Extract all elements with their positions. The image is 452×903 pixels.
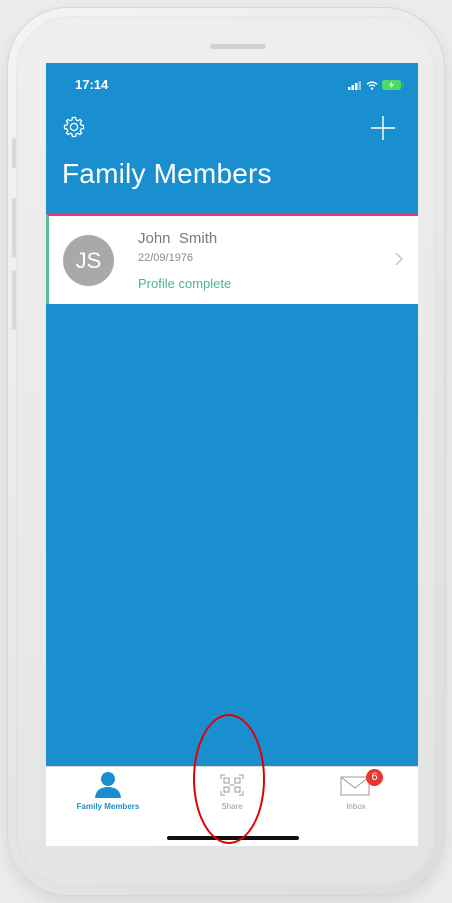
tab-family-members-label: Family Members — [76, 802, 140, 811]
signal-icon — [348, 80, 361, 90]
inbox-badge: 6 — [366, 769, 383, 786]
status-icons — [348, 80, 404, 90]
gear-icon[interactable] — [62, 115, 86, 139]
status-time: 17:14 — [75, 77, 109, 92]
member-card[interactable]: JS John Smith 22/09/1976 Profile complet… — [46, 214, 418, 304]
status-bar: 17:14 — [46, 63, 418, 109]
volume-up-button — [12, 198, 16, 258]
mute-switch — [12, 138, 16, 168]
chevron-right-icon — [395, 252, 403, 266]
member-name: John Smith — [138, 230, 218, 247]
phone-speaker — [210, 44, 266, 49]
battery-charging-icon — [382, 80, 404, 90]
wifi-icon — [366, 80, 378, 90]
page-title: Family Members — [62, 158, 272, 189]
member-status: Profile complete — [138, 276, 232, 291]
tab-family-members[interactable]: Family Members — [46, 767, 170, 823]
volume-down-button — [12, 270, 16, 330]
tab-inbox-label: Inbox — [346, 802, 366, 811]
member-dob: 22/09/1976 — [138, 252, 194, 264]
plus-icon[interactable] — [370, 115, 396, 141]
person-icon — [95, 772, 121, 798]
annotation-circle — [193, 714, 265, 844]
tab-inbox[interactable]: 6 Inbox — [294, 767, 418, 823]
avatar: JS — [63, 235, 114, 286]
